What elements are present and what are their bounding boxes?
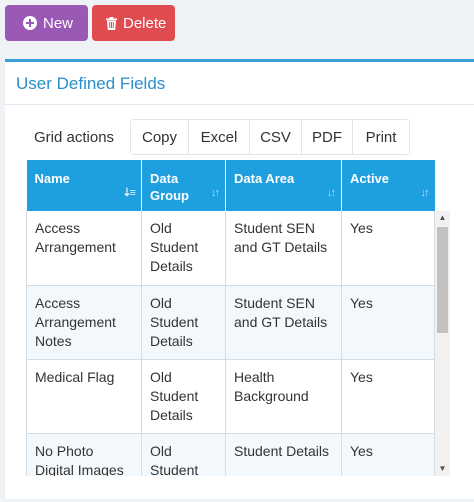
fields-table: Name ⇣≡ Data Group ↓↑ Data Area ↓↑ Activ… (26, 160, 435, 476)
column-header-data-group[interactable]: Data Group ↓↑ (141, 160, 226, 211)
sort-icon: ↓↑ (420, 187, 430, 199)
panel-divider (5, 104, 474, 105)
scroll-up-arrow-icon[interactable]: ▲ (435, 211, 450, 225)
cell-data-area: Student Details (225, 433, 342, 476)
grid-actions-button-group: Copy Excel CSV PDF Print (130, 119, 410, 155)
sort-icon: ↓↑ (211, 187, 220, 199)
new-button-label: New (43, 14, 74, 32)
grid-actions: Grid actions Copy Excel CSV PDF Print (34, 119, 410, 155)
cell-active: Yes (341, 359, 435, 434)
table-row[interactable]: Access Arrangement Notes Old Student Det… (26, 285, 435, 360)
excel-button[interactable]: Excel (189, 120, 250, 154)
column-header-data-area[interactable]: Data Area ↓↑ (225, 160, 342, 211)
cell-data-group: Old Student Details (141, 285, 226, 360)
delete-button[interactable]: Delete (92, 5, 175, 41)
fields-table-container: Name ⇣≡ Data Group ↓↑ Data Area ↓↑ Activ… (26, 160, 455, 476)
table-row[interactable]: Access Arrangement Old Student Details S… (26, 211, 435, 286)
scrollbar-thumb[interactable] (437, 227, 448, 333)
panel-title: User Defined Fields (16, 74, 166, 93)
column-header-label: Data Group (150, 171, 189, 203)
cell-active: Yes (341, 285, 435, 360)
column-header-label: Name (34, 171, 70, 186)
column-header-label: Data Area (234, 171, 295, 186)
cell-name: Access Arrangement (26, 211, 142, 286)
pdf-button[interactable]: PDF (302, 120, 353, 154)
csv-button[interactable]: CSV (250, 120, 302, 154)
scroll-down-arrow-icon[interactable]: ▼ (435, 462, 450, 476)
copy-button[interactable]: Copy (131, 120, 189, 154)
cell-name: Medical Flag (26, 359, 142, 434)
column-header-active[interactable]: Active ↓↑ (341, 160, 435, 211)
cell-data-group: Old Student Details (141, 359, 226, 434)
cell-name: No Photo Digital Images (26, 433, 142, 476)
cell-active: Yes (341, 433, 435, 476)
cell-data-group: Old Student (141, 433, 226, 476)
sort-icon: ↓↑ (327, 187, 336, 199)
plus-circle-icon (23, 16, 37, 30)
new-button[interactable]: New (5, 5, 88, 41)
delete-button-label: Delete (123, 14, 167, 32)
cell-data-area: Student SEN and GT Details (225, 285, 342, 360)
trash-icon (106, 16, 117, 30)
cell-data-area: Student SEN and GT Details (225, 211, 342, 286)
table-row[interactable]: Medical Flag Old Student Details Health … (26, 359, 435, 434)
print-button[interactable]: Print (353, 120, 409, 154)
cell-name: Access Arrangement Notes (26, 285, 142, 360)
cell-active: Yes (341, 211, 435, 286)
column-header-label: Active (350, 171, 390, 186)
table-scrollbar[interactable]: ▲ ▼ (435, 211, 450, 476)
cell-data-area: Health Background (225, 359, 342, 434)
sort-ascending-icon: ⇣≡ (122, 187, 136, 199)
top-toolbar: New Delete (5, 5, 175, 41)
cell-data-group: Old Student Details (141, 211, 226, 286)
user-defined-fields-panel: User Defined Fields Grid actions Copy Ex… (5, 59, 474, 499)
column-header-name[interactable]: Name ⇣≡ (26, 160, 142, 211)
grid-actions-label: Grid actions (34, 128, 115, 146)
table-header-row: Name ⇣≡ Data Group ↓↑ Data Area ↓↑ Activ… (26, 160, 435, 211)
table-row[interactable]: No Photo Digital Images Old Student Stud… (26, 433, 435, 476)
